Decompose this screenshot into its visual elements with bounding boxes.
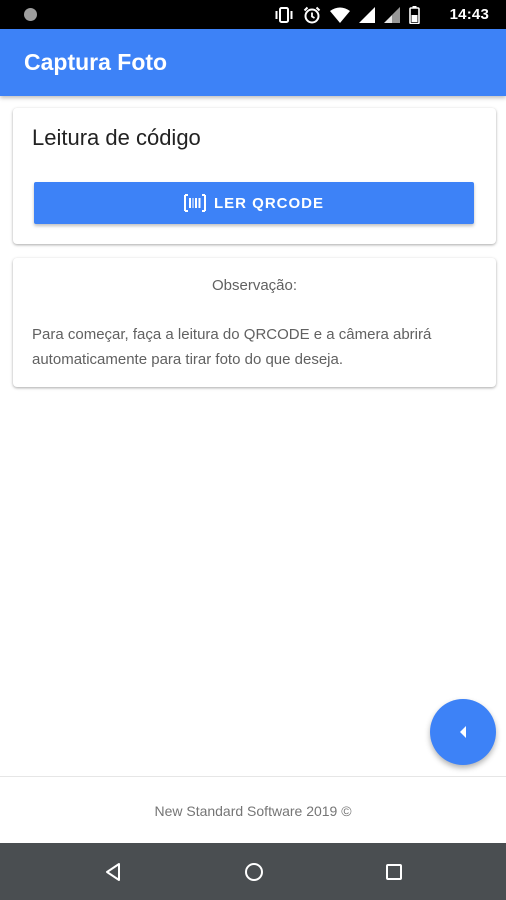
nav-recents-button[interactable]	[382, 860, 406, 884]
signal-icon	[359, 7, 375, 23]
battery-icon	[409, 6, 420, 24]
back-icon	[106, 863, 120, 881]
app-title: Captura Foto	[24, 49, 168, 75]
caret-left-icon	[460, 726, 466, 738]
code-reading-title: Leitura de código	[32, 125, 201, 150]
wifi-icon	[330, 7, 350, 23]
status-icons	[274, 5, 420, 25]
home-icon	[245, 863, 263, 881]
observation-card: Observação: Para começar, faça a leitura…	[13, 258, 496, 387]
nav-back-button[interactable]	[101, 860, 125, 884]
read-qrcode-button[interactable]: LER QRCODE	[34, 182, 474, 224]
app-bar: Captura Foto	[0, 29, 506, 96]
read-qrcode-label: LER QRCODE	[213, 194, 324, 212]
observation-title: Observação:	[211, 277, 298, 294]
notification-dot-icon	[24, 8, 37, 21]
footer-text: New Standard Software 2019 ©	[154, 803, 352, 819]
vibrate-icon	[275, 7, 293, 23]
alarm-icon	[303, 6, 321, 24]
barcode-icon	[183, 194, 206, 212]
nav-bar	[0, 843, 506, 900]
signal-icon	[384, 7, 400, 23]
nav-home-button[interactable]	[242, 860, 266, 884]
code-reading-card: Leitura de código LER QRCODE	[13, 108, 496, 244]
status-time: 14:43	[449, 6, 489, 23]
recents-icon	[386, 864, 402, 880]
observation-text: Para começar, faça a leitura do QRCODE e…	[32, 326, 432, 368]
screen: 14:43 Captura Foto Leitura de código LER…	[0, 0, 506, 900]
fab-button[interactable]	[430, 699, 496, 765]
status-bar: 14:43	[0, 0, 506, 29]
footer: New Standard Software 2019 ©	[0, 776, 506, 844]
